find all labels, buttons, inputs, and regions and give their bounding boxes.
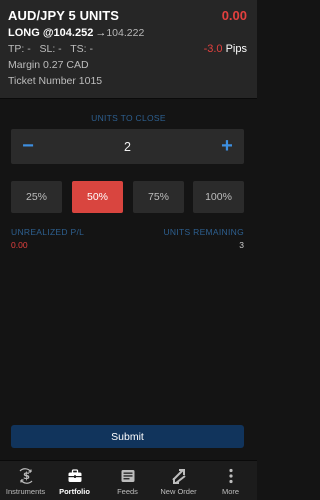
bottom-nav: $ Instruments Portfolio Feeds New Order … xyxy=(0,460,257,500)
increment-button[interactable]: + xyxy=(210,129,244,164)
entry-side-price: LONG @104.252 xyxy=(8,27,94,39)
more-vertical-icon xyxy=(223,468,239,484)
pct-75-button[interactable]: 75% xyxy=(133,181,184,213)
feed-icon xyxy=(120,468,136,484)
pct-50-button[interactable]: 50% xyxy=(72,181,123,213)
units-value[interactable]: 2 xyxy=(51,129,204,164)
nav-label: Instruments xyxy=(5,487,46,496)
unrealized-pl-value: 0.00 xyxy=(11,240,28,250)
nav-label: Portfolio xyxy=(59,487,90,496)
nav-label: More xyxy=(221,487,240,496)
nav-label: Feeds xyxy=(117,487,138,496)
nav-portfolio[interactable]: Portfolio xyxy=(49,461,100,500)
current-price: 104.222 xyxy=(106,27,145,39)
nav-more[interactable]: More xyxy=(205,461,256,500)
unrealized-pl-label: UNREALIZED P/L xyxy=(11,227,85,237)
ticket-number: Ticket Number 1015 xyxy=(8,75,103,87)
pct-100-button[interactable]: 100% xyxy=(193,181,244,213)
pips-unit: Pips xyxy=(222,43,247,55)
position-title: AUD/JPY 5 UNITS xyxy=(8,8,120,23)
units-stepper: − 2 + xyxy=(11,129,244,164)
units-to-close-label: UNITS TO CLOSE xyxy=(91,113,166,123)
pips-value: -3.0 Pips xyxy=(204,43,247,55)
arrow-right-icon: → xyxy=(95,27,107,39)
units-remaining-label: UNITS REMAINING xyxy=(163,227,244,237)
position-header: AUD/JPY 5 UNITS 0.00 LONG @104.252 →104.2… xyxy=(0,0,257,99)
pips-number: -3.0 xyxy=(203,43,223,55)
trade-arrows-icon xyxy=(171,468,187,484)
tp-sl-ts: TP: - SL: - TS: - xyxy=(8,43,93,55)
nav-feeds[interactable]: Feeds xyxy=(102,461,153,500)
briefcase-icon xyxy=(67,468,83,484)
margin-info: Margin 0.27 CAD xyxy=(8,59,89,71)
decrement-button[interactable]: − xyxy=(11,129,45,164)
submit-button[interactable]: Submit xyxy=(11,425,244,448)
dollar-swap-icon: $ xyxy=(18,468,34,484)
svg-text:$: $ xyxy=(23,471,30,482)
position-entry: LONG @104.252 →104.222 xyxy=(8,27,144,39)
nav-instruments[interactable]: $ Instruments xyxy=(0,461,51,500)
nav-label: New Order xyxy=(160,487,197,496)
pct-25-button[interactable]: 25% xyxy=(11,181,62,213)
position-pnl: 0.00 xyxy=(221,8,247,23)
nav-new-order[interactable]: New Order xyxy=(153,461,204,500)
units-remaining-value: 3 xyxy=(239,240,244,250)
